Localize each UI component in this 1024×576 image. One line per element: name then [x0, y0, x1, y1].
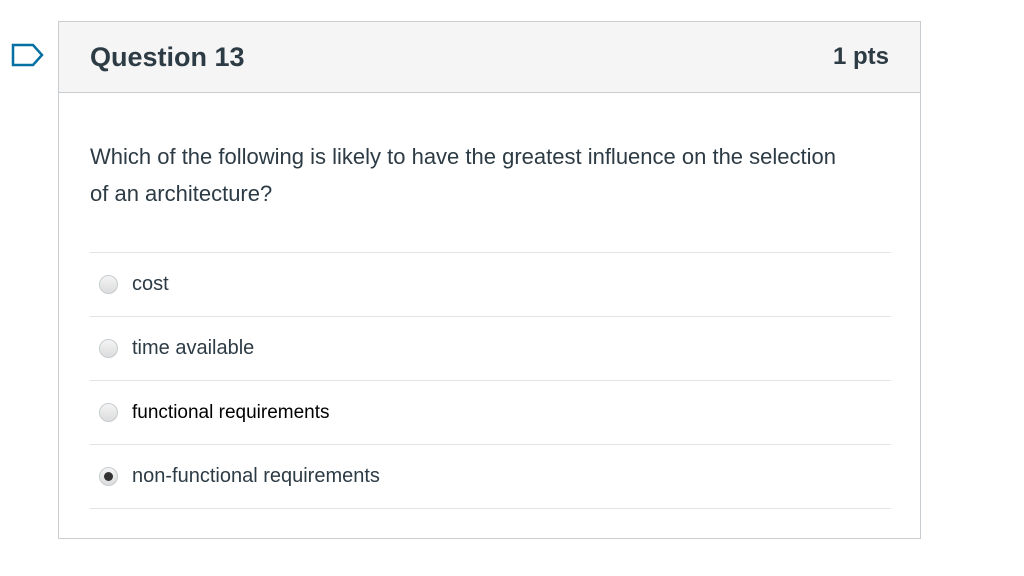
- question-card: Question 13 1 pts Which of the following…: [58, 21, 921, 539]
- answer-radio[interactable]: [99, 403, 118, 422]
- question-header: Question 13 1 pts: [59, 22, 920, 93]
- answer-label: functional requirements: [132, 401, 330, 423]
- flag-question-icon[interactable]: [11, 40, 45, 70]
- answer-radio[interactable]: [99, 339, 118, 358]
- question-text: Which of the following is likely to have…: [90, 144, 836, 206]
- answer-option[interactable]: non-functional requirements: [90, 445, 891, 509]
- answer-option[interactable]: time available: [90, 317, 891, 381]
- quiz-page: Question 13 1 pts Which of the following…: [0, 0, 1024, 576]
- answer-radio[interactable]: [99, 275, 118, 294]
- question-body: Which of the following is likely to have…: [59, 93, 920, 509]
- answer-option[interactable]: cost: [90, 253, 891, 317]
- question-title: Question 13: [90, 41, 245, 72]
- answer-label: time available: [132, 337, 255, 359]
- question-points: 1 pts: [832, 43, 889, 70]
- answer-label: cost: [132, 273, 169, 295]
- answer-option[interactable]: functional requirements: [90, 381, 891, 445]
- answer-label: non-functional requirements: [132, 465, 380, 487]
- answer-radio-selected[interactable]: [99, 467, 118, 486]
- answer-list: cost time available functional requireme…: [90, 252, 891, 509]
